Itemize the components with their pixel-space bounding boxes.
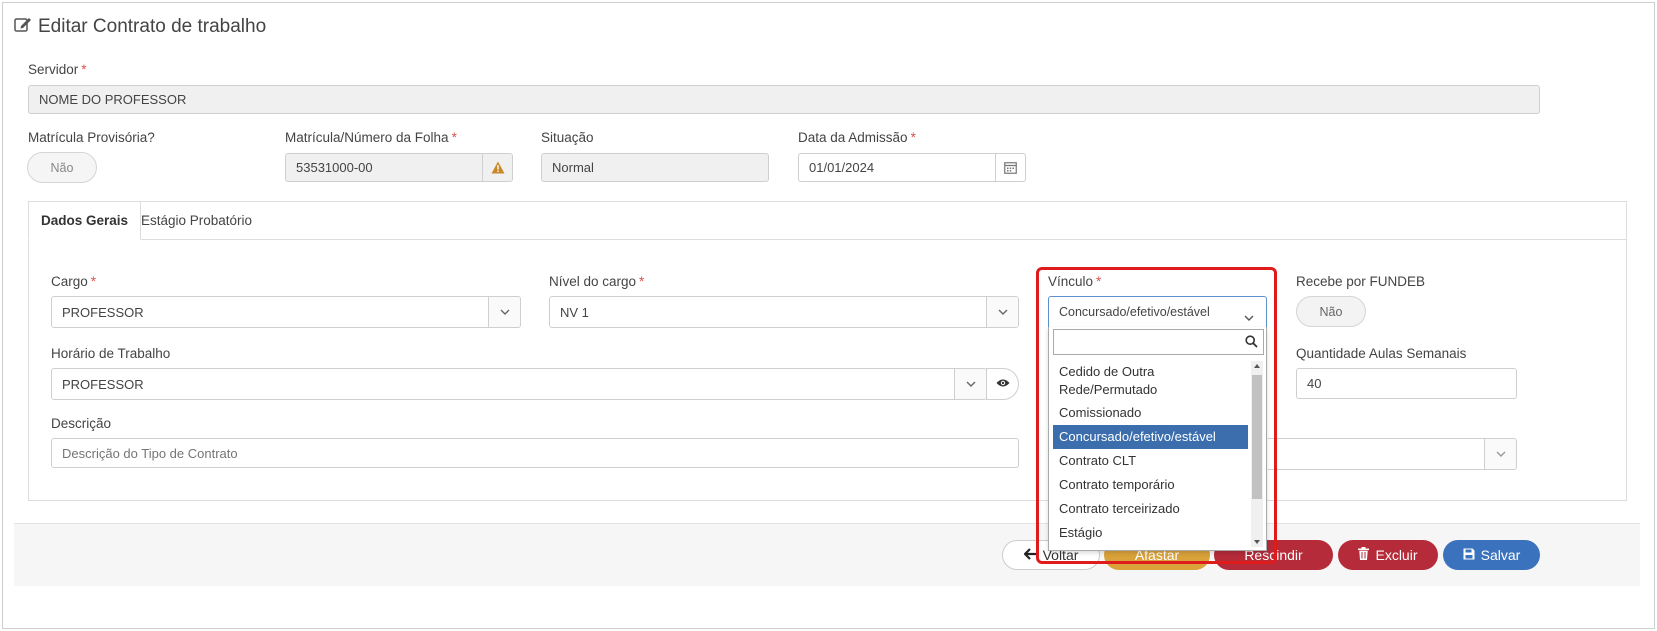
nivel-value: NV 1	[560, 304, 589, 320]
servidor-field[interactable]: NOME DO PROFESSOR	[28, 85, 1540, 114]
edit-icon	[14, 16, 32, 38]
toggle-text: Não	[50, 160, 74, 175]
matricula-provisoria-label: Matrícula Provisória?	[28, 130, 155, 145]
fundeb-toggle[interactable]: Não	[1296, 296, 1366, 327]
nivel-select[interactable]: NV 1	[549, 296, 1019, 328]
secondary-select[interactable]	[1268, 438, 1517, 470]
admissao-date-input[interactable]: 01/01/2024	[798, 153, 1026, 182]
admissao-label: Data da Admissão *	[798, 130, 916, 145]
horario-select[interactable]: PROFESSOR	[51, 368, 987, 400]
servidor-label: Servidor *	[28, 62, 87, 77]
aulas-label: Quantidade Aulas Semanais	[1296, 346, 1467, 361]
descricao-input[interactable]	[51, 438, 1019, 468]
salvar-button[interactable]: Salvar	[1443, 540, 1540, 570]
horario-value: PROFESSOR	[62, 376, 144, 392]
situacao-value: Normal	[552, 160, 594, 175]
tab-strip	[28, 201, 1627, 240]
chevron-down-icon	[488, 297, 520, 327]
calendar-icon[interactable]	[995, 154, 1025, 181]
descricao-label: Descrição	[51, 416, 112, 431]
highlight-box	[1036, 267, 1277, 564]
matricula-value: 53531000-00	[296, 160, 373, 175]
view-horario-button[interactable]	[986, 368, 1019, 400]
admissao-value: 01/01/2024	[809, 160, 875, 175]
chevron-down-icon	[986, 297, 1018, 327]
excluir-button[interactable]: Excluir	[1338, 540, 1438, 570]
cargo-label: Cargo *	[51, 274, 97, 289]
horario-label: Horário de Trabalho	[51, 346, 171, 361]
trash-icon	[1358, 547, 1370, 563]
save-icon	[1463, 547, 1475, 563]
arrow-left-icon	[1023, 547, 1037, 563]
situacao-field[interactable]: Normal	[541, 153, 769, 182]
servidor-value: NOME DO PROFESSOR	[39, 92, 187, 107]
page-header: Editar Contrato de trabalho	[14, 16, 266, 38]
situacao-label: Situação	[541, 130, 594, 145]
matricula-label: Matrícula/Número da Folha *	[285, 130, 457, 145]
warning-icon	[482, 154, 512, 181]
chevron-down-icon	[954, 369, 986, 399]
fundeb-label: Recebe por FUNDEB	[1296, 274, 1426, 289]
excluir-label: Excluir	[1375, 547, 1418, 563]
toggle-text: Não	[1319, 304, 1343, 319]
cargo-select[interactable]: PROFESSOR	[51, 296, 521, 328]
eye-icon	[996, 375, 1010, 393]
aulas-value: 40	[1307, 376, 1322, 391]
matricula-provisoria-toggle[interactable]: Não	[27, 152, 97, 183]
chevron-down-icon	[1484, 439, 1516, 469]
nivel-label: Nível do cargo *	[549, 274, 645, 289]
salvar-label: Salvar	[1480, 547, 1521, 563]
matricula-field[interactable]: 53531000-00	[285, 153, 513, 182]
page-title: Editar Contrato de trabalho	[38, 16, 267, 37]
tab-estagio-probatorio[interactable]: Estágio Probatório	[129, 201, 264, 240]
cargo-value: PROFESSOR	[62, 304, 144, 320]
tab-dados-gerais[interactable]: Dados Gerais	[28, 201, 142, 240]
aulas-input[interactable]: 40	[1296, 368, 1517, 399]
